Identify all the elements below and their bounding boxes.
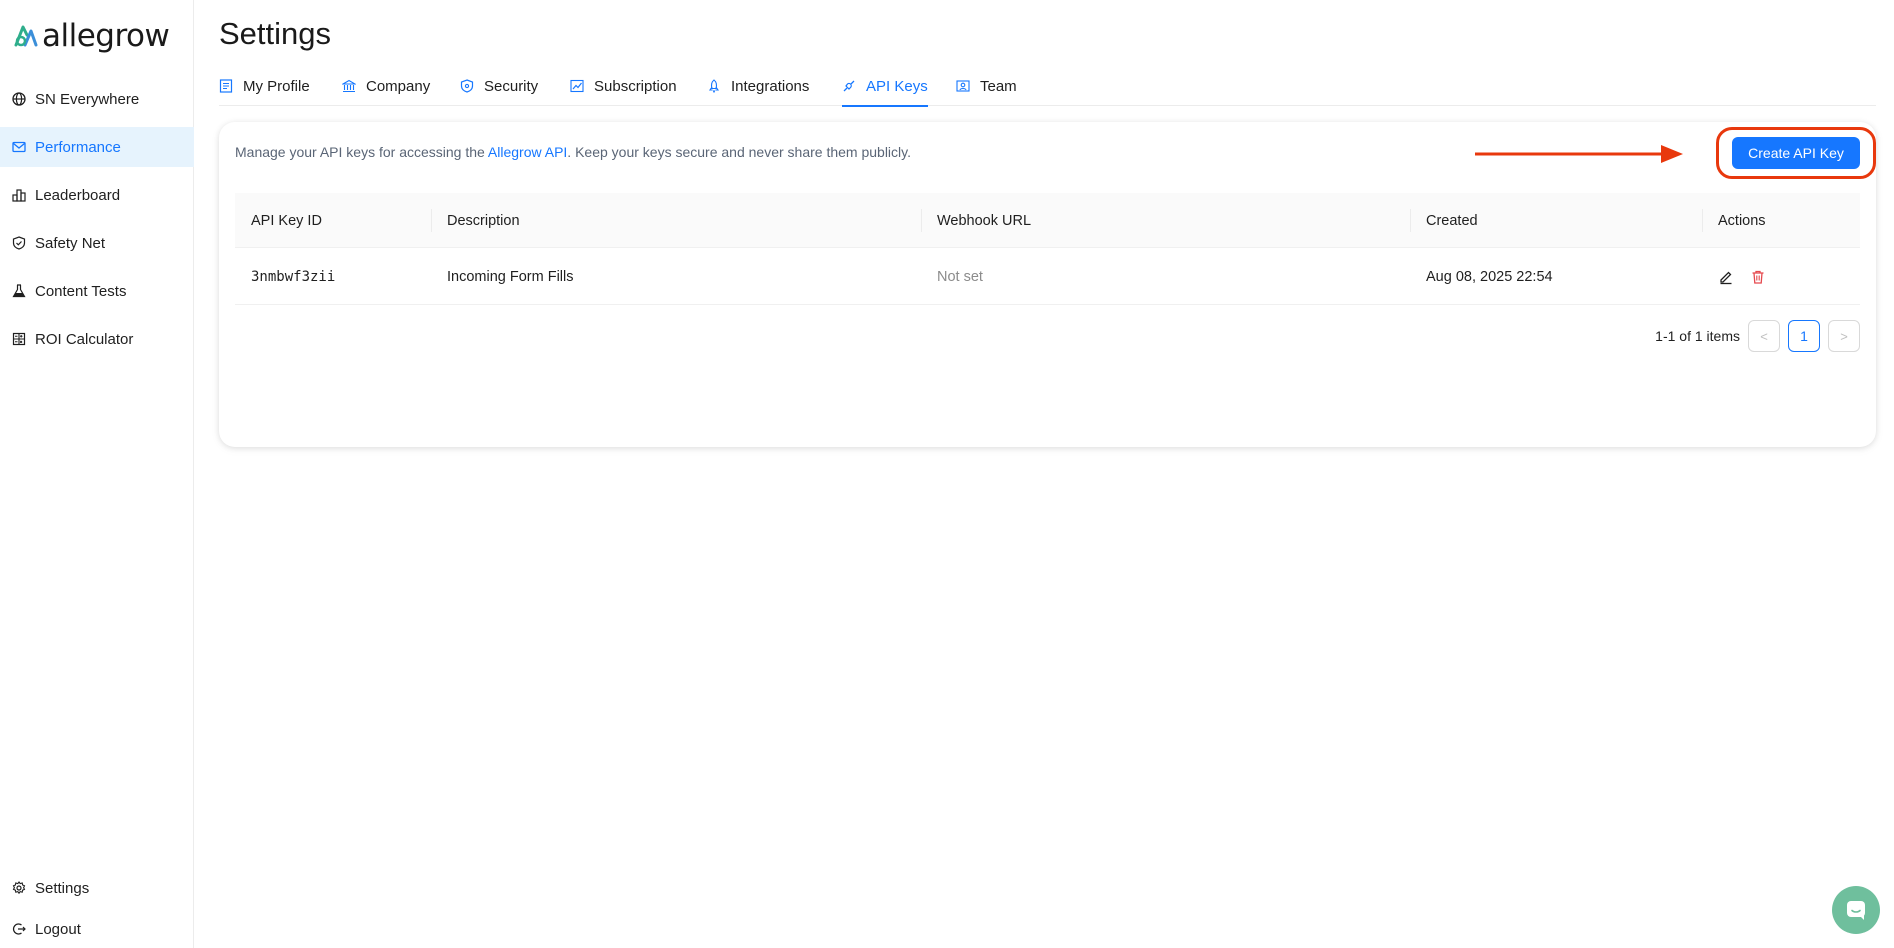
sidebar-item-performance[interactable]: Performance <box>0 127 194 167</box>
sidebar: allegrow SN Everywhere Performance Leade… <box>0 0 194 948</box>
page-number-button[interactable]: 1 <box>1788 320 1820 352</box>
calculator-icon <box>12 332 26 346</box>
chat-icon <box>1847 901 1865 920</box>
sidebar-item-label: Logout <box>35 920 81 938</box>
prev-page-button[interactable]: < <box>1748 320 1780 352</box>
flask-icon <box>12 284 26 298</box>
api-key-created: Aug 08, 2025 22:54 <box>1426 268 1553 285</box>
api-keys-table: API Key ID Description Webhook URL Creat… <box>235 193 1860 305</box>
sidebar-item-label: Safety Net <box>35 234 106 252</box>
sidebar-item-roi-calculator[interactable]: ROI Calculator <box>0 319 194 359</box>
page-title: Settings <box>219 16 332 51</box>
column-separator <box>921 209 922 232</box>
chart-icon <box>570 79 584 93</box>
column-separator <box>431 209 432 232</box>
podium-icon <box>12 188 26 202</box>
sidebar-item-leaderboard[interactable]: Leaderboard <box>0 175 194 215</box>
sidebar-item-label: SN Everywhere <box>35 90 140 108</box>
tab-subscription[interactable]: Subscription <box>570 66 677 106</box>
column-separator <box>1410 209 1411 232</box>
api-keys-card: Manage your API keys for accessing the A… <box>219 122 1876 447</box>
api-keys-description: Manage your API keys for accessing the A… <box>235 144 911 160</box>
next-page-button[interactable]: > <box>1828 320 1860 352</box>
description-suffix: . Keep your keys secure and never share … <box>567 144 911 160</box>
tab-security[interactable]: Security <box>460 66 538 106</box>
team-icon <box>956 79 970 93</box>
tab-company[interactable]: Company <box>342 66 430 106</box>
tab-api-keys[interactable]: API Keys <box>842 66 928 107</box>
sidebar-item-label: Leaderboard <box>35 186 121 204</box>
shield-icon <box>12 236 26 250</box>
sidebar-item-safety-net[interactable]: Safety Net <box>0 223 194 263</box>
sidebar-item-content-tests[interactable]: Content Tests <box>0 271 194 311</box>
table-header: API Key ID Description Webhook URL Creat… <box>235 193 1860 248</box>
security-icon <box>460 79 474 93</box>
pagination: 1-1 of 1 items < 1 > <box>1655 320 1860 352</box>
gear-icon <box>12 881 26 895</box>
edit-icon[interactable] <box>1718 269 1734 285</box>
api-icon <box>842 79 856 93</box>
chat-launcher-button[interactable] <box>1832 886 1880 934</box>
delete-icon[interactable] <box>1750 269 1766 285</box>
row-actions <box>1718 248 1782 305</box>
tab-my-profile[interactable]: My Profile <box>219 66 310 106</box>
logout-icon <box>12 922 26 936</box>
sidebar-item-label: Performance <box>35 138 121 156</box>
allegrow-logo-icon <box>14 25 38 47</box>
column-separator <box>1702 209 1703 232</box>
sidebar-item-label: Content Tests <box>35 282 127 300</box>
description-prefix: Manage your API keys for accessing the <box>235 144 488 160</box>
logo[interactable]: allegrow <box>12 18 170 54</box>
rocket-icon <box>707 79 721 93</box>
settings-tabs: My Profile Company Security Subscription… <box>219 66 1876 107</box>
sidebar-item-logout[interactable]: Logout <box>0 909 194 948</box>
pagination-summary: 1-1 of 1 items <box>1655 328 1740 344</box>
tab-integrations[interactable]: Integrations <box>707 66 809 106</box>
api-key-id: 3nmbwf3zii <box>251 268 336 285</box>
tab-label: My Profile <box>243 77 310 95</box>
globe-icon <box>12 92 26 106</box>
api-key-webhook: Not set <box>937 268 983 285</box>
allegrow-api-link[interactable]: Allegrow API <box>488 144 567 160</box>
annotation-arrow-icon <box>1475 145 1683 163</box>
tab-label: Company <box>366 77 431 95</box>
tab-label: Integrations <box>731 77 810 95</box>
mail-icon <box>12 140 26 154</box>
sidebar-item-sn-everywhere[interactable]: SN Everywhere <box>0 79 194 119</box>
table-row: 3nmbwf3zii Incoming Form Fills Not set A… <box>235 248 1860 305</box>
bank-icon <box>342 79 356 93</box>
column-header-description: Description <box>447 212 520 229</box>
tab-label: Subscription <box>594 77 677 95</box>
api-key-description: Incoming Form Fills <box>447 268 574 285</box>
tab-team[interactable]: Team <box>956 66 1017 106</box>
logo-text: allegrow <box>42 18 170 54</box>
tab-label: API Keys <box>866 77 928 95</box>
tab-label: Security <box>484 77 539 95</box>
sidebar-item-label: ROI Calculator <box>35 330 134 348</box>
tab-label: Team <box>980 77 1017 95</box>
column-header-api-key-id: API Key ID <box>251 212 322 229</box>
sidebar-item-label: Settings <box>35 879 90 897</box>
create-api-key-button[interactable]: Create API Key <box>1732 137 1860 169</box>
sidebar-item-settings[interactable]: Settings <box>0 868 194 908</box>
profile-icon <box>219 79 233 93</box>
column-header-actions: Actions <box>1718 212 1766 229</box>
column-header-webhook-url: Webhook URL <box>937 212 1032 229</box>
column-header-created: Created <box>1426 212 1478 229</box>
